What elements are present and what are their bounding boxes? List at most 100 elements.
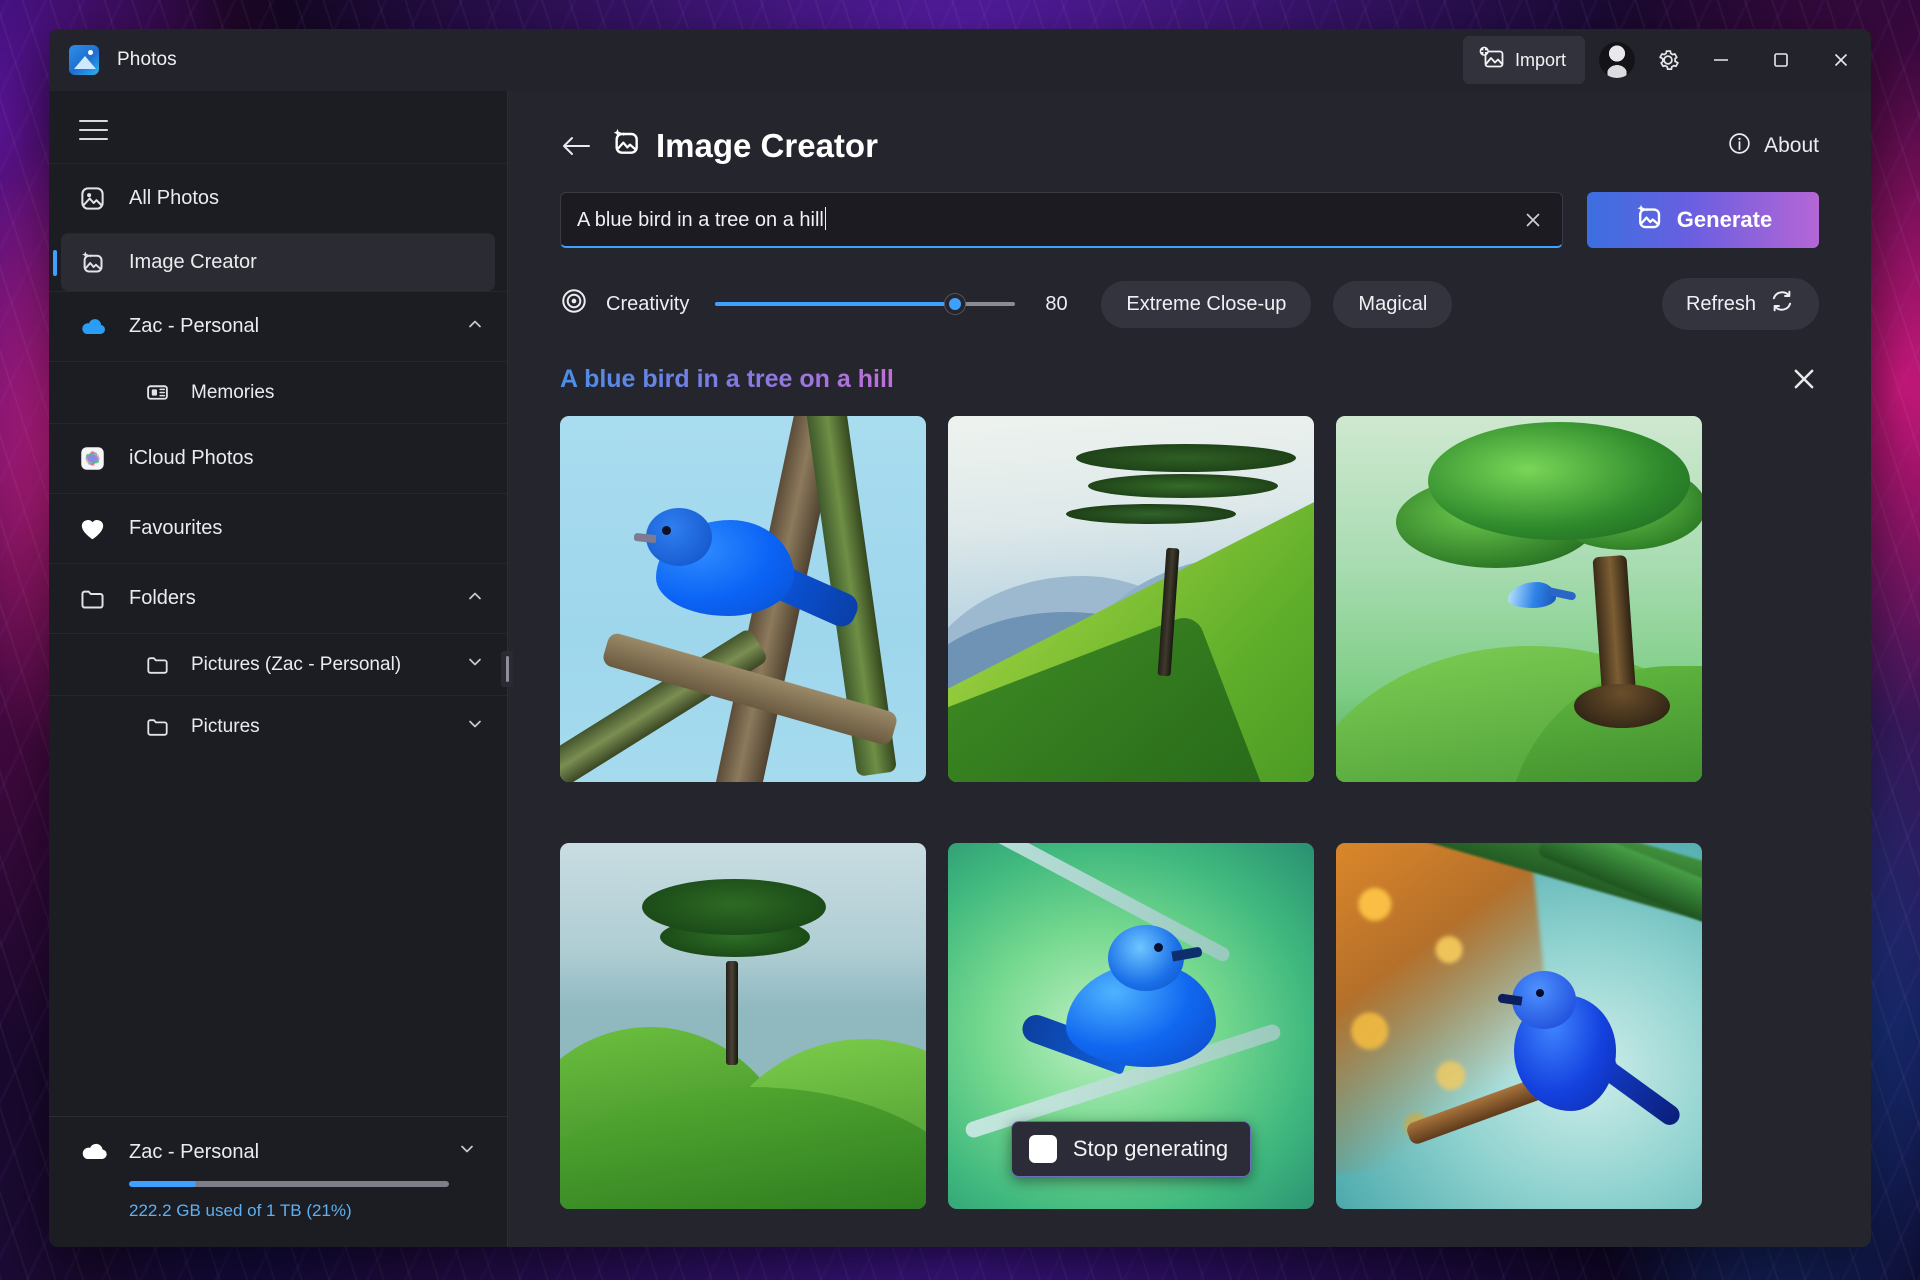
generated-image-tile[interactable]: Stop generating xyxy=(948,843,1314,1209)
clear-x-icon[interactable] xyxy=(1522,209,1544,231)
prompt-input-value: A blue bird in a tree on a hill xyxy=(577,209,824,231)
about-button[interactable]: About xyxy=(1727,131,1819,162)
refresh-button[interactable]: Refresh xyxy=(1662,278,1819,330)
generate-button[interactable]: Generate xyxy=(1587,192,1819,248)
sidebar-item-label: All Photos xyxy=(129,187,485,210)
chevron-down-icon[interactable] xyxy=(465,714,485,740)
folder-icon xyxy=(145,716,191,738)
photos-app-window: Photos Import xyxy=(49,29,1871,1247)
import-button-label: Import xyxy=(1515,50,1566,71)
generated-image xyxy=(1336,843,1702,1209)
chevron-up-icon[interactable] xyxy=(465,586,485,612)
sidebar: All Photos Image Creator xyxy=(49,91,508,1247)
results-header: A blue bird in a tree on a hill xyxy=(508,330,1871,394)
storage-account-label: Zac - Personal xyxy=(129,1141,259,1164)
sidebar-item-label: Zac - Personal xyxy=(129,315,465,338)
sidebar-item-pictures[interactable]: Pictures xyxy=(49,695,507,757)
slider-fill xyxy=(715,302,955,306)
creativity-control: Creativity xyxy=(560,287,689,321)
sidebar-item-zac-personal[interactable]: Zac - Personal xyxy=(49,291,507,361)
sidebar-item-label: iCloud Photos xyxy=(129,447,485,470)
sidebar-item-folders[interactable]: Folders xyxy=(49,563,507,633)
style-chip-extreme-close-up[interactable]: Extreme Close-up xyxy=(1101,281,1311,328)
stop-square-icon xyxy=(1029,1135,1057,1163)
sidebar-nav: All Photos Image Creator xyxy=(49,163,507,1116)
image-creator-icon xyxy=(1634,202,1664,238)
maximize-button[interactable] xyxy=(1751,29,1811,91)
image-creator-icon xyxy=(610,126,642,166)
chevron-up-icon[interactable] xyxy=(465,314,485,340)
page-title-text: Image Creator xyxy=(656,127,878,165)
generated-image-tile[interactable] xyxy=(560,416,926,782)
creativity-target-icon xyxy=(560,287,588,321)
sidebar-item-label: Favourites xyxy=(129,517,485,540)
stop-generating-button[interactable]: Stop generating xyxy=(1011,1121,1251,1177)
generated-image-tile[interactable] xyxy=(1336,843,1702,1209)
storage-account-row[interactable]: Zac - Personal xyxy=(79,1139,477,1165)
photos-app-icon xyxy=(69,45,99,75)
image-creator-icon xyxy=(79,249,129,276)
page-header: Image Creator About xyxy=(508,91,1871,166)
back-arrow-icon[interactable] xyxy=(560,133,592,159)
minimize-button[interactable] xyxy=(1691,29,1751,91)
sidebar-item-label: Memories xyxy=(191,382,485,404)
storage-progress-bar xyxy=(129,1181,449,1187)
sidebar-item-favourites[interactable]: Favourites xyxy=(49,493,507,563)
sidebar-item-icloud-photos[interactable]: iCloud Photos xyxy=(49,423,507,493)
memories-icon xyxy=(145,380,191,405)
generate-button-label: Generate xyxy=(1677,207,1772,233)
info-icon xyxy=(1727,131,1752,162)
chevron-down-icon[interactable] xyxy=(457,1139,477,1165)
onedrive-cloud-icon xyxy=(79,317,129,337)
sidebar-item-image-creator[interactable]: Image Creator xyxy=(61,233,495,291)
close-results-icon[interactable] xyxy=(1789,364,1819,394)
import-photo-icon xyxy=(1478,46,1504,74)
generated-image xyxy=(560,416,926,782)
creativity-value: 80 xyxy=(1045,293,1079,316)
page-title: Image Creator xyxy=(610,126,878,166)
results-grid: Stop generating xyxy=(508,394,1871,1247)
sidebar-item-label: Image Creator xyxy=(129,251,473,274)
heart-icon xyxy=(79,516,129,541)
controls-row: Creativity 80 Extreme Close-up Magical R… xyxy=(508,248,1871,330)
text-caret xyxy=(825,207,827,230)
sidebar-item-pictures-zac-personal[interactable]: Pictures (Zac - Personal) xyxy=(49,633,507,695)
photo-icon xyxy=(79,185,129,212)
creativity-slider[interactable] xyxy=(715,291,1015,317)
sidebar-item-label: Pictures (Zac - Personal) xyxy=(191,654,465,676)
style-chip-label: Extreme Close-up xyxy=(1126,293,1286,316)
main-content: Image Creator About A blue bird in xyxy=(508,91,1871,1247)
stop-generating-label: Stop generating xyxy=(1073,1136,1228,1162)
style-chip-label: Magical xyxy=(1358,293,1427,316)
storage-usage-text: 222.2 GB used of 1 TB (21%) xyxy=(129,1201,477,1221)
generated-image-tile[interactable] xyxy=(1336,416,1702,782)
slider-thumb[interactable] xyxy=(945,294,965,314)
sidebar-item-all-photos[interactable]: All Photos xyxy=(49,163,507,233)
sidebar-item-label: Folders xyxy=(129,587,465,610)
sidebar-item-label: Pictures xyxy=(191,716,465,738)
sidebar-item-memories[interactable]: Memories xyxy=(49,361,507,423)
window-body: All Photos Image Creator xyxy=(49,91,1871,1247)
style-chip-magical[interactable]: Magical xyxy=(1333,281,1452,328)
generated-image xyxy=(948,416,1314,782)
storage-progress-fill xyxy=(129,1181,196,1187)
gear-icon[interactable] xyxy=(1645,39,1691,81)
cloud-icon xyxy=(79,1142,129,1162)
user-avatar[interactable] xyxy=(1599,42,1635,78)
refresh-button-label: Refresh xyxy=(1686,293,1756,316)
app-title: Photos xyxy=(117,49,177,71)
folder-icon xyxy=(145,654,191,676)
sidebar-resize-grip[interactable] xyxy=(501,651,513,687)
generated-image-tile[interactable] xyxy=(560,843,926,1209)
title-bar-actions: Import xyxy=(1463,29,1871,91)
generated-image-tile[interactable] xyxy=(948,416,1314,782)
generated-image xyxy=(1336,416,1702,782)
chevron-down-icon[interactable] xyxy=(465,652,485,678)
storage-panel: Zac - Personal 222.2 GB used of 1 TB (21… xyxy=(49,1116,507,1247)
creativity-label: Creativity xyxy=(606,293,689,316)
close-button[interactable] xyxy=(1811,29,1871,91)
prompt-input[interactable]: A blue bird in a tree on a hill xyxy=(560,192,1563,248)
import-button[interactable]: Import xyxy=(1463,36,1585,84)
hamburger-menu-icon[interactable] xyxy=(49,91,119,163)
title-bar: Photos Import xyxy=(49,29,1871,91)
